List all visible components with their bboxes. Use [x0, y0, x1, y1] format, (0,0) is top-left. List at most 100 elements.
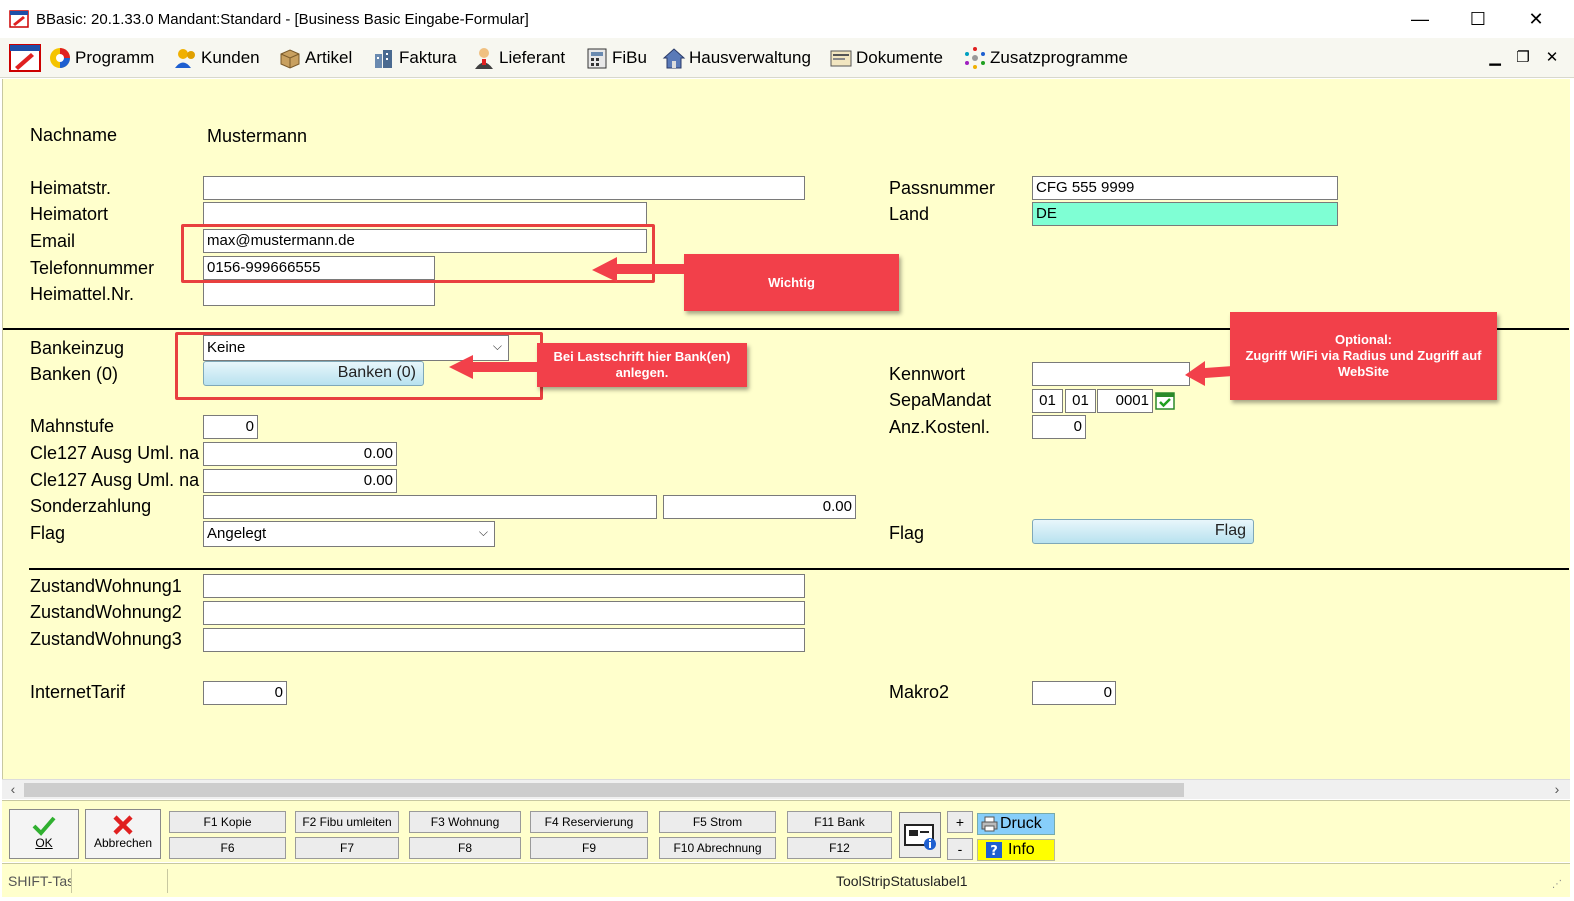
chevron-down-icon: ⌵	[478, 525, 488, 539]
svg-text:?: ?	[990, 844, 998, 858]
sonderzahlung-text-input[interactable]	[203, 495, 657, 519]
close-button[interactable]: ✕	[1508, 0, 1564, 38]
f4-reservierung-button[interactable]: F4 Reservierung	[530, 811, 648, 833]
menu-dokumente-label: Dokumente	[856, 48, 943, 67]
f7-button[interactable]: F7	[295, 837, 399, 859]
passnummer-input[interactable]: CFG 555 9999	[1032, 176, 1338, 200]
ankostenl-input[interactable]: 0	[1032, 415, 1086, 439]
f1-kopie-button[interactable]: F1 Kopie	[169, 811, 286, 833]
ankostenl-label: Anz.Kostenl.	[889, 417, 991, 437]
menu-artikel[interactable]: Artikel	[278, 46, 352, 70]
flag-select[interactable]: Angelegt ⌵	[203, 521, 495, 547]
passnummer-label: Passnummer	[889, 178, 996, 198]
menu-fibu[interactable]: FiBu	[585, 46, 647, 70]
f3-wohnung-button[interactable]: F3 Wohnung	[409, 811, 521, 833]
makro2-label: Makro2	[889, 682, 950, 702]
f10-abrechnung-button[interactable]: F10 Abrechnung	[659, 837, 776, 859]
cle127-label-1: Cle127 Ausg Uml. na	[30, 443, 200, 463]
menu-artikel-label: Artikel	[305, 48, 353, 67]
cle127-input-2[interactable]: 0.00	[203, 469, 397, 493]
annotation-arrow-left-icon	[592, 257, 687, 282]
heimattel-label: Heimattel.Nr.	[30, 284, 135, 304]
annotation-arrow-left-icon	[449, 355, 539, 379]
menu-zusatzprogramme[interactable]: Zusatzprogramme	[963, 46, 1128, 70]
sonderzahlung-amount-input[interactable]: 0.00	[663, 495, 856, 519]
programm-icon	[50, 48, 70, 68]
cle127-input-1[interactable]: 0.00	[203, 442, 397, 466]
makro2-input[interactable]: 0	[1032, 681, 1116, 705]
maximize-button[interactable]: ☐	[1450, 0, 1506, 38]
menu-bar: Programm Kunden Artikel Faktura Lieferan…	[0, 38, 1574, 78]
resize-grip-icon[interactable]: ⋰	[1552, 879, 1562, 890]
zustand3-input[interactable]	[203, 628, 805, 652]
abbrechen-label: Abbrechen	[93, 836, 153, 850]
minus-button[interactable]: -	[947, 838, 973, 860]
heimatort-label: Heimatort	[30, 204, 109, 224]
menu-faktura[interactable]: Faktura	[372, 46, 457, 70]
menu-faktura-label: Faktura	[399, 48, 457, 67]
kennwort-input[interactable]	[1032, 362, 1190, 386]
mdi-minimize-button[interactable]: ▁	[1484, 48, 1506, 68]
abbrechen-button[interactable]: Abbrechen	[85, 809, 161, 859]
status-empty-cell	[72, 869, 168, 893]
mdi-restore-button[interactable]: ❐	[1512, 48, 1534, 68]
calendar-check-icon[interactable]	[1155, 390, 1175, 410]
scroll-left-arrow-icon[interactable]: ‹	[4, 781, 22, 799]
status-shift-key: SHIFT-Tas	[4, 869, 72, 893]
f6-button[interactable]: F6	[169, 837, 286, 859]
sepa-day-input[interactable]: 01	[1032, 389, 1063, 413]
zustand3-label: ZustandWohnung3	[30, 629, 182, 649]
title-bar: BBasic: 20.1.33.0 Mandant:Standard - [Bu…	[0, 0, 1574, 38]
f12-button[interactable]: F12	[787, 837, 892, 859]
plus-button[interactable]: +	[947, 811, 973, 833]
horizontal-scrollbar[interactable]: ‹ ›	[2, 779, 1570, 799]
annotation-wichtig: Wichtig	[684, 254, 899, 311]
telefon-label: Telefonnummer	[30, 258, 155, 278]
annotation-highlight-contact	[181, 224, 655, 283]
menu-dokumente[interactable]: Dokumente	[829, 46, 943, 70]
info-button[interactable]: ? Info	[977, 839, 1055, 861]
scrollbar-thumb[interactable]	[24, 783, 1184, 797]
druck-label: Druck	[1000, 815, 1042, 832]
menu-fibu-label: FiBu	[612, 48, 647, 67]
heimattel-input[interactable]	[203, 282, 435, 306]
kennwort-label: Kennwort	[889, 364, 966, 384]
menu-lieferant-label: Lieferant	[499, 48, 566, 67]
druck-button[interactable]: Druck	[977, 813, 1055, 835]
checkmark-icon	[32, 816, 56, 836]
internettarif-input[interactable]: 0	[203, 681, 287, 705]
banken-label: Banken (0)	[30, 364, 119, 384]
f2-fibu-button[interactable]: F2 Fibu umleiten	[295, 811, 399, 833]
mdi-child-icon[interactable]	[9, 43, 41, 73]
scroll-right-arrow-icon[interactable]: ›	[1548, 781, 1566, 799]
menu-hausverwaltung[interactable]: Hausverwaltung	[662, 46, 811, 70]
f8-button[interactable]: F8	[409, 837, 521, 859]
heimatstr-input[interactable]	[203, 176, 805, 200]
sepa-year-input[interactable]: 0001	[1097, 389, 1153, 413]
heimatort-input[interactable]	[203, 202, 647, 226]
zustand1-input[interactable]	[203, 574, 805, 598]
sepamandat-label: SepaMandat	[889, 390, 992, 410]
zustand2-input[interactable]	[203, 601, 805, 625]
annotation-arrow-left-icon	[1185, 361, 1233, 386]
menu-kunden[interactable]: Kunden	[174, 46, 260, 70]
ok-button[interactable]: OK	[9, 809, 79, 859]
menu-hausverwaltung-label: Hausverwaltung	[689, 48, 811, 67]
kunden-icon	[175, 49, 195, 68]
land-input[interactable]: DE	[1032, 202, 1338, 226]
sepa-month-input[interactable]: 01	[1065, 389, 1096, 413]
mdi-close-button[interactable]: ✕	[1541, 48, 1563, 68]
f9-button[interactable]: F9	[530, 837, 648, 859]
f11-bank-button[interactable]: F11 Bank	[787, 811, 892, 833]
menu-lieferant[interactable]: Lieferant	[472, 46, 565, 70]
info-card-button[interactable]	[899, 812, 941, 858]
mahnstufe-input[interactable]: 0	[203, 415, 258, 439]
internettarif-label: InternetTarif	[30, 682, 126, 702]
menu-zusatzprogramme-label: Zusatzprogramme	[990, 48, 1128, 67]
menu-programm[interactable]: Programm	[48, 46, 154, 70]
nachname-label: Nachname	[30, 125, 118, 145]
f5-strom-button[interactable]: F5 Strom	[659, 811, 776, 833]
minimize-button[interactable]: —	[1392, 0, 1448, 38]
mahnstufe-label: Mahnstufe	[30, 416, 115, 436]
flag-button[interactable]: Flag	[1032, 519, 1254, 544]
